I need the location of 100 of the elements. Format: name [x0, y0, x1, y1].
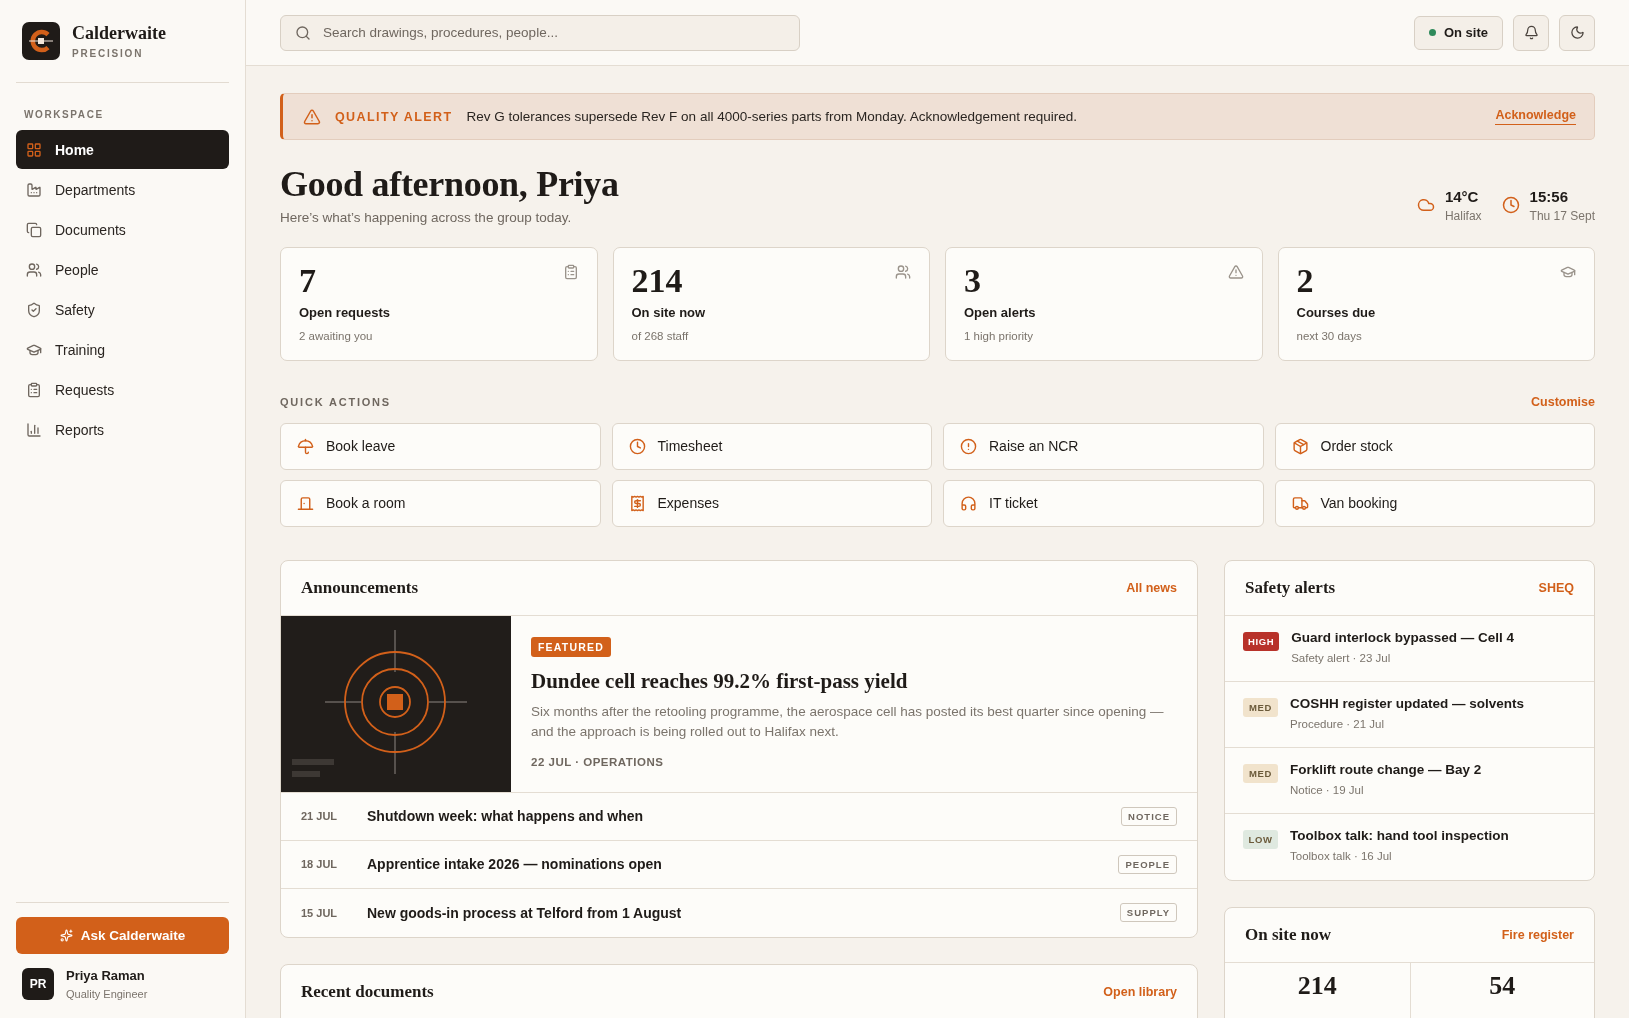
- stat-note: 1 high priority: [964, 330, 1035, 343]
- search-icon: [295, 24, 311, 41]
- greeting-title: Good afternoon, Priya: [280, 166, 619, 204]
- search-field[interactable]: Search drawings, procedures, people...: [280, 14, 800, 51]
- alert-meta: Procedure · 21 Jul: [1290, 717, 1385, 730]
- severity-badge: LOW: [1243, 829, 1278, 849]
- news-title[interactable]: Shutdown week: what happens and when: [367, 808, 1122, 825]
- nav-item[interactable]: Departments: [16, 170, 229, 209]
- alert-title[interactable]: Forklift route change — Bay 2: [1290, 761, 1482, 777]
- logo-icon: [22, 22, 60, 60]
- card-title: Recent documents: [301, 981, 434, 1002]
- user-role: Quality Engineer: [66, 988, 148, 1000]
- severity-badge: MED: [1243, 763, 1278, 783]
- alert-meta: Safety alert · 23 Jul: [1291, 651, 1392, 664]
- featured-badge: FEATURED: [531, 636, 611, 657]
- nav-item[interactable]: Documents: [16, 210, 229, 249]
- quick-action-button[interactable]: Raise an NCR: [943, 422, 1264, 470]
- alert-meta: Notice · 19 Jul: [1290, 783, 1365, 796]
- nav-item[interactable]: People: [16, 250, 229, 289]
- sparkle-icon: [59, 929, 73, 942]
- stat-label: On site now: [631, 305, 707, 321]
- stat-note: next 30 days: [1296, 330, 1363, 343]
- stat-note: of 268 staff: [631, 330, 690, 343]
- van-icon: [1291, 494, 1309, 512]
- people-icon: [26, 261, 42, 278]
- open-library-link[interactable]: Open library: [1103, 984, 1177, 999]
- alert-message: Rev G tolerances supersede Rev F on all 4000-series parts from Monday. Acknowledgement required.: [466, 109, 1079, 124]
- news-date: 15 JUL: [301, 906, 339, 919]
- quick-action-button[interactable]: Van booking: [1274, 479, 1595, 527]
- featured-headline[interactable]: Dundee cell reaches 99.2% first-pass yield: [531, 668, 908, 694]
- stat-value: 2: [1296, 261, 1314, 300]
- umbrella-icon: [297, 437, 314, 455]
- severity-badge: HIGH: [1243, 631, 1280, 651]
- sheq-link[interactable]: SHEQ: [1538, 580, 1574, 595]
- section-label: WORKSPACE: [23, 108, 105, 122]
- grid-icon: [26, 141, 42, 158]
- news-title[interactable]: Apprentice intake 2026 — nominations open: [367, 856, 1119, 873]
- card-title: Announcements: [301, 577, 419, 598]
- news-date: 18 JUL: [301, 858, 339, 871]
- ask-button[interactable]: Ask Calderwaite: [16, 917, 229, 954]
- news-tag: NOTICE: [1121, 806, 1177, 826]
- severity-badge: MED: [1243, 697, 1278, 717]
- temperature: 14°C: [1444, 187, 1480, 205]
- alert-circle-icon: [960, 437, 977, 455]
- quick-action-button[interactable]: Book leave: [280, 422, 601, 470]
- alert-title[interactable]: COSHH register updated — solvents: [1290, 695, 1525, 711]
- customise-link[interactable]: Customise: [1531, 394, 1595, 409]
- location: Halifax: [1444, 208, 1482, 223]
- fire-register-link[interactable]: Fire register: [1501, 927, 1574, 942]
- stat-label: Open alerts: [964, 305, 1037, 321]
- quick-action-button[interactable]: Timesheet: [611, 422, 932, 470]
- headset-icon: [960, 494, 977, 512]
- brand-name: Calderwaite: [72, 23, 166, 44]
- alert-meta: Toolbox talk · 16 Jul: [1290, 849, 1393, 862]
- card-title: Safety alerts: [1245, 577, 1336, 598]
- alert-title: QUALITY ALERT: [335, 109, 453, 124]
- count-value: 54: [1489, 972, 1516, 999]
- door-icon: [297, 494, 314, 512]
- nav-item[interactable]: Safety: [16, 290, 229, 329]
- nav-item[interactable]: Training: [16, 330, 229, 369]
- documents-icon: [26, 221, 42, 238]
- featured-summary: Six months after the retooling programme, the aerospace cell has posted its best quarter since opening — and the approach is being rolled out to Halifax next.: [531, 702, 1165, 742]
- news-date: 21 JUL: [301, 810, 339, 823]
- clipboard-icon: [26, 381, 42, 398]
- stat-value: 7: [299, 261, 316, 300]
- news-tag: SUPPLY: [1119, 903, 1177, 923]
- news-title[interactable]: New goods-in process at Telford from 1 August: [367, 904, 1120, 921]
- clock-icon: [628, 437, 646, 455]
- nav-item[interactable]: Requests: [16, 370, 229, 409]
- alert-title[interactable]: Guard interlock bypassed — Cell 4: [1291, 629, 1514, 645]
- bar-chart-icon: [26, 421, 42, 438]
- user-name: Priya Raman: [66, 968, 146, 983]
- card-title: On site now: [1245, 924, 1331, 945]
- dark-mode-button[interactable]: [1559, 14, 1595, 51]
- bell-icon: [1523, 25, 1539, 40]
- all-news-link[interactable]: All news: [1126, 580, 1177, 595]
- shield-icon: [26, 301, 42, 318]
- featured-meta: 22 JUL · OPERATIONS: [531, 756, 664, 769]
- alert-title[interactable]: Toolbox talk: hand tool inspection: [1290, 827, 1509, 843]
- clipboard-icon: [562, 263, 579, 280]
- notifications-button[interactable]: [1513, 14, 1549, 51]
- quick-action-button[interactable]: Expenses: [611, 479, 932, 527]
- stat-label: Open requests: [299, 305, 392, 321]
- box-icon: [1291, 437, 1309, 455]
- date: Thu 17 Sept: [1529, 208, 1595, 223]
- count-value: 214: [1297, 972, 1337, 999]
- nav-item[interactable]: Home: [16, 130, 229, 169]
- quick-action-button[interactable]: Order stock: [1274, 422, 1595, 470]
- greeting-subtitle: Here’s what’s happening across the group today.: [280, 209, 573, 225]
- time: 15:56: [1529, 187, 1569, 205]
- status-button[interactable]: On site: [1413, 15, 1503, 50]
- search-input[interactable]: Search drawings, procedures, people...: [321, 24, 785, 41]
- nav-item[interactable]: Reports: [16, 410, 229, 449]
- quick-action-button[interactable]: IT ticket: [943, 479, 1264, 527]
- quick-action-button[interactable]: Book a room: [280, 479, 601, 527]
- warning-icon: [1227, 263, 1244, 280]
- section-label: QUICK ACTIONS: [280, 395, 391, 408]
- stat-value: 214: [631, 261, 683, 300]
- moon-icon: [1569, 25, 1585, 40]
- warning-icon: [303, 107, 321, 126]
